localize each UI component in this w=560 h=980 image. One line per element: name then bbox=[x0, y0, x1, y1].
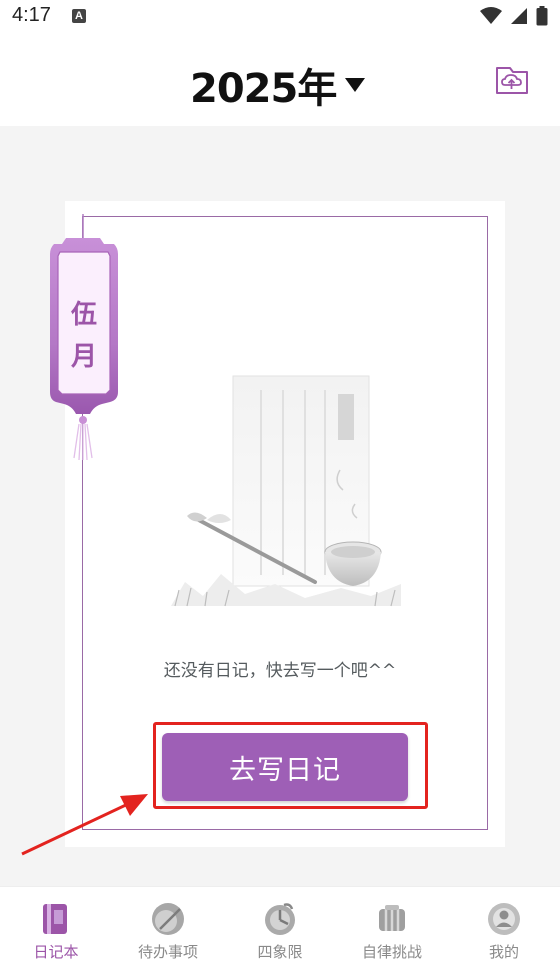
battery-icon bbox=[536, 6, 548, 26]
diary-book-icon bbox=[43, 904, 67, 934]
signal-icon bbox=[511, 8, 527, 24]
tab-label: 四象限 bbox=[257, 943, 303, 961]
tab-label: 自律挑战 bbox=[361, 943, 422, 961]
tab-profile[interactable]: 我的 bbox=[448, 887, 560, 980]
app-header: 2025年 bbox=[0, 34, 560, 126]
tab-quadrant[interactable]: 四象限 bbox=[224, 887, 336, 980]
tab-label: 待办事项 bbox=[137, 943, 198, 961]
tab-label: 日记本 bbox=[33, 943, 79, 961]
status-bar: 4:17 A bbox=[0, 0, 560, 34]
profile-icon bbox=[488, 903, 520, 935]
tab-todo[interactable]: 待办事项 bbox=[112, 887, 224, 980]
challenge-icon bbox=[379, 905, 405, 931]
bottom-tab-bar: 日记本 待办事项 四象限 自律挑战 我的 bbox=[0, 886, 560, 980]
caret-down-icon bbox=[345, 78, 366, 92]
month-tag: 伍 月 bbox=[46, 214, 122, 464]
quadrant-icon bbox=[265, 903, 295, 935]
year-selector[interactable]: 2025年 bbox=[190, 56, 366, 114]
status-icons bbox=[480, 6, 548, 26]
status-badge: A bbox=[72, 9, 86, 23]
cloud-upload-icon[interactable] bbox=[494, 65, 530, 95]
todo-icon bbox=[152, 903, 184, 935]
month-tag-line2: 月 bbox=[70, 342, 97, 372]
tab-diary[interactable]: 日记本 bbox=[0, 887, 112, 980]
empty-diary-illustration bbox=[171, 375, 401, 607]
month-tag-line1: 伍 bbox=[70, 300, 97, 330]
tab-label: 我的 bbox=[488, 943, 519, 961]
empty-state-message: 还没有日记，快去写一个吧^^ bbox=[163, 661, 397, 681]
status-time: 4:17 bbox=[12, 4, 51, 26]
write-diary-button[interactable]: 去写日记 bbox=[162, 733, 408, 801]
wifi-icon bbox=[480, 7, 502, 24]
year-title: 2025年 bbox=[190, 66, 337, 112]
pointer-arrow-annotation bbox=[21, 794, 148, 856]
tab-challenge[interactable]: 自律挑战 bbox=[336, 887, 448, 980]
